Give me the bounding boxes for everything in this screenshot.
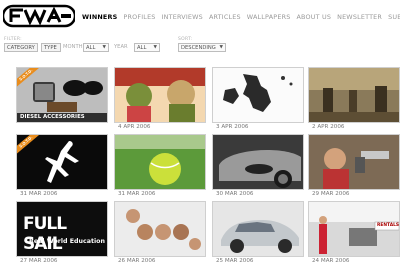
nav-articles[interactable]: ARTICLES xyxy=(209,13,241,21)
thumbnail-image xyxy=(115,68,205,122)
month-select-value: ALL xyxy=(86,45,96,51)
year-select-value: ALL xyxy=(137,45,147,51)
winner-card[interactable]: S.O.T.D. 31 MAR 2006 xyxy=(16,134,108,198)
thumbnail-image xyxy=(213,202,303,256)
year-label: YEAR xyxy=(114,44,128,50)
winner-card[interactable]: RENTALS 24 MAR 2006 xyxy=(308,201,400,265)
main-nav: WINNERS PROFILES INTERVIEWS ARTICLES WAL… xyxy=(82,13,400,21)
filter-bar: FILTER: CATEGORY TYPE MONTH ALL ▼ YEAR A… xyxy=(4,37,396,57)
card-date: 31 MAR 2006 xyxy=(20,191,58,197)
winner-card[interactable]: 25 MAR 2006 xyxy=(212,201,304,265)
card-date: 26 MAR 2006 xyxy=(118,258,156,264)
nav-winners[interactable]: WINNERS xyxy=(82,13,117,21)
thumbnail-image xyxy=(115,135,205,189)
thumbnail-image xyxy=(309,68,399,122)
winner-card[interactable]: 2 APR 2006 xyxy=(308,67,400,131)
thumbnail[interactable] xyxy=(212,134,304,190)
chevron-down-icon: ▼ xyxy=(153,45,157,50)
card-date: 24 MAR 2006 xyxy=(312,258,350,264)
nav-wallpapers[interactable]: WALLPAPERS xyxy=(247,13,291,21)
thumbnail[interactable] xyxy=(212,67,304,123)
thumbnail-image xyxy=(213,68,303,122)
thumbnail[interactable] xyxy=(114,67,206,123)
thumbnail[interactable]: RENTALS xyxy=(308,201,400,257)
year-select[interactable]: ALL ▼ xyxy=(134,43,160,52)
thumbnail-sign: RENTALS xyxy=(377,223,400,228)
thumbnail[interactable] xyxy=(308,134,400,190)
thumbnail[interactable] xyxy=(212,201,304,257)
thumbnail-headline: FULL SAIL xyxy=(23,214,67,254)
winner-card[interactable]: 29 MAR 2006 xyxy=(308,134,400,198)
winner-card[interactable]: 4 APR 2006 xyxy=(114,67,206,131)
sort-select-value: DESCENDING xyxy=(181,45,216,51)
winner-card[interactable]: FULL SAIL Real World Education 27 MAR 20… xyxy=(16,201,108,265)
site-header: WINNERS PROFILES INTERVIEWS ARTICLES WAL… xyxy=(0,0,400,34)
thumbnail-subline: Real World Education xyxy=(29,238,105,245)
fwa-logo[interactable] xyxy=(3,4,75,28)
month-select[interactable]: ALL ▼ xyxy=(83,43,109,52)
card-date: 4 APR 2006 xyxy=(118,124,151,130)
thumbnail[interactable]: S.O.T.D. DIESEL ACCESSORIES xyxy=(16,67,108,123)
thumbnail[interactable] xyxy=(308,67,400,123)
winner-card[interactable]: S.O.T.D. DIESEL ACCESSORIES xyxy=(16,67,108,131)
winner-card[interactable]: 26 MAR 2006 xyxy=(114,201,206,265)
nav-submit[interactable]: SUBMIT xyxy=(388,13,400,21)
category-filter-button[interactable]: CATEGORY xyxy=(4,43,38,52)
nav-about-us[interactable]: ABOUT US xyxy=(296,13,331,21)
chevron-down-icon: ▼ xyxy=(219,45,223,50)
sort-label: SORT: xyxy=(178,37,193,42)
filter-label: FILTER: xyxy=(4,37,22,42)
nav-profiles[interactable]: PROFILES xyxy=(123,13,155,21)
thumbnail[interactable] xyxy=(114,201,206,257)
thumbnail-image xyxy=(17,135,107,189)
thumbnail-caption: DIESEL ACCESSORIES xyxy=(17,113,107,122)
thumbnail-image xyxy=(213,135,303,189)
nav-newsletter[interactable]: NEWSLETTER xyxy=(337,13,382,21)
card-date: 25 MAR 2006 xyxy=(216,258,254,264)
card-date: 30 MAR 2006 xyxy=(216,191,254,197)
thumbnail-image xyxy=(309,202,399,256)
winner-card[interactable]: 3 APR 2006 xyxy=(212,67,304,131)
thumbnail[interactable]: FULL SAIL Real World Education xyxy=(16,201,108,257)
card-date: 27 MAR 2006 xyxy=(20,258,58,264)
type-filter-button[interactable]: TYPE xyxy=(41,43,61,52)
winner-card[interactable]: 30 MAR 2006 xyxy=(212,134,304,198)
thumbnail-image xyxy=(115,202,205,256)
month-label: MONTH xyxy=(63,44,83,50)
chevron-down-icon: ▼ xyxy=(102,45,106,50)
thumbnail-image xyxy=(309,135,399,189)
card-date: 3 APR 2006 xyxy=(216,124,249,130)
thumbnail[interactable]: S.O.T.D. xyxy=(16,134,108,190)
card-date: 29 MAR 2006 xyxy=(312,191,350,197)
card-date: 31 MAR 2006 xyxy=(118,191,156,197)
card-date: 2 APR 2006 xyxy=(312,124,345,130)
winner-card[interactable]: 31 MAR 2006 xyxy=(114,134,206,198)
sort-select[interactable]: DESCENDING ▼ xyxy=(178,43,226,52)
nav-interviews[interactable]: INTERVIEWS xyxy=(162,13,203,21)
thumbnail[interactable] xyxy=(114,134,206,190)
